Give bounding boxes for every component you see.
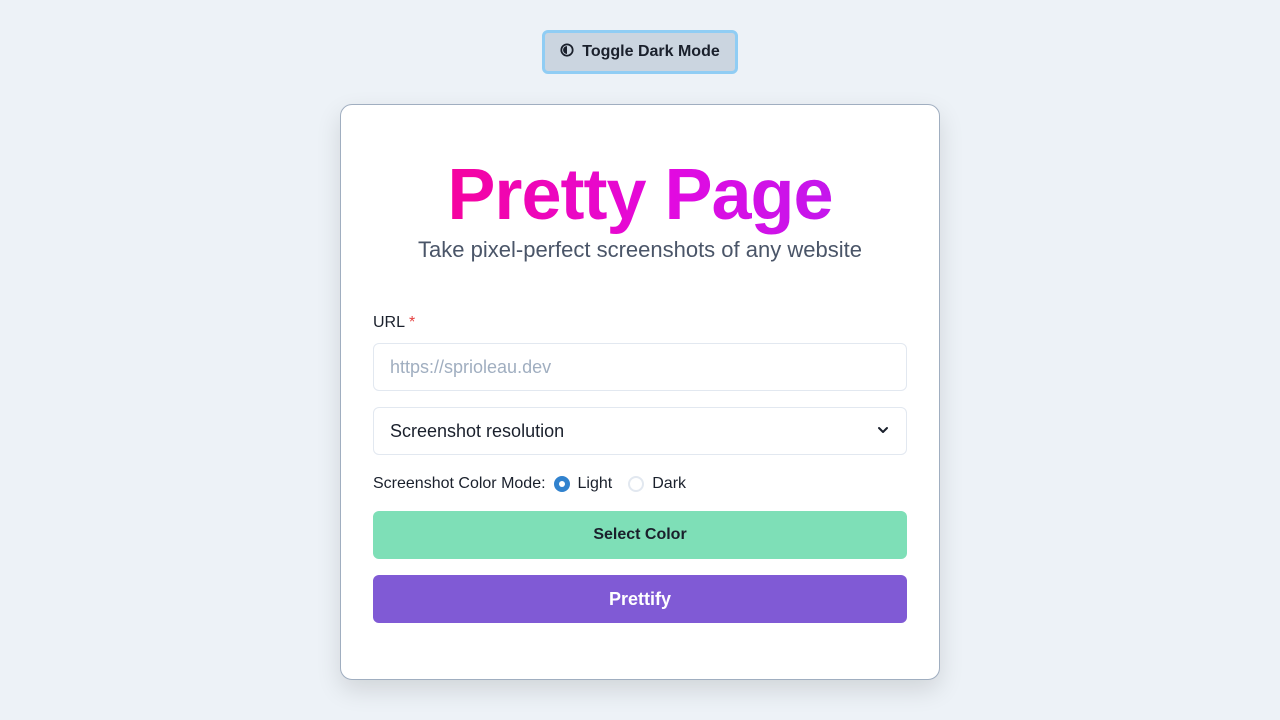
- contrast-icon: [560, 42, 574, 62]
- toggle-dark-mode-button[interactable]: Toggle Dark Mode: [542, 30, 738, 74]
- color-mode-option-label: Light: [577, 475, 613, 492]
- select-color-button[interactable]: Select Color: [373, 511, 907, 559]
- radio-light[interactable]: [553, 476, 570, 492]
- radio-dark[interactable]: [628, 476, 645, 492]
- page-subtitle: Take pixel-perfect screenshots of any we…: [418, 237, 862, 262]
- main-card: Pretty Page Take pixel-perfect screensho…: [340, 104, 940, 680]
- color-mode-option-label: Dark: [652, 475, 687, 492]
- resolution-select-value: Screenshot resolution: [390, 420, 565, 441]
- color-mode-group: Screenshot Color Mode: Light Dark: [373, 473, 686, 495]
- chevron-down-icon: [876, 421, 890, 442]
- required-marker: *: [409, 314, 416, 331]
- color-mode-label: Screenshot Color Mode:: [373, 475, 546, 492]
- prettify-button[interactable]: Prettify: [373, 575, 907, 623]
- toggle-dark-mode-label: Toggle Dark Mode: [582, 43, 720, 60]
- url-input[interactable]: [373, 343, 907, 391]
- resolution-select[interactable]: Screenshot resolution: [373, 407, 907, 455]
- color-mode-option-light[interactable]: Light: [553, 475, 613, 493]
- page-title: Pretty Page: [341, 155, 939, 235]
- url-label: URL *: [373, 314, 415, 332]
- url-label-text: URL: [373, 314, 406, 331]
- color-mode-option-dark[interactable]: Dark: [628, 475, 686, 493]
